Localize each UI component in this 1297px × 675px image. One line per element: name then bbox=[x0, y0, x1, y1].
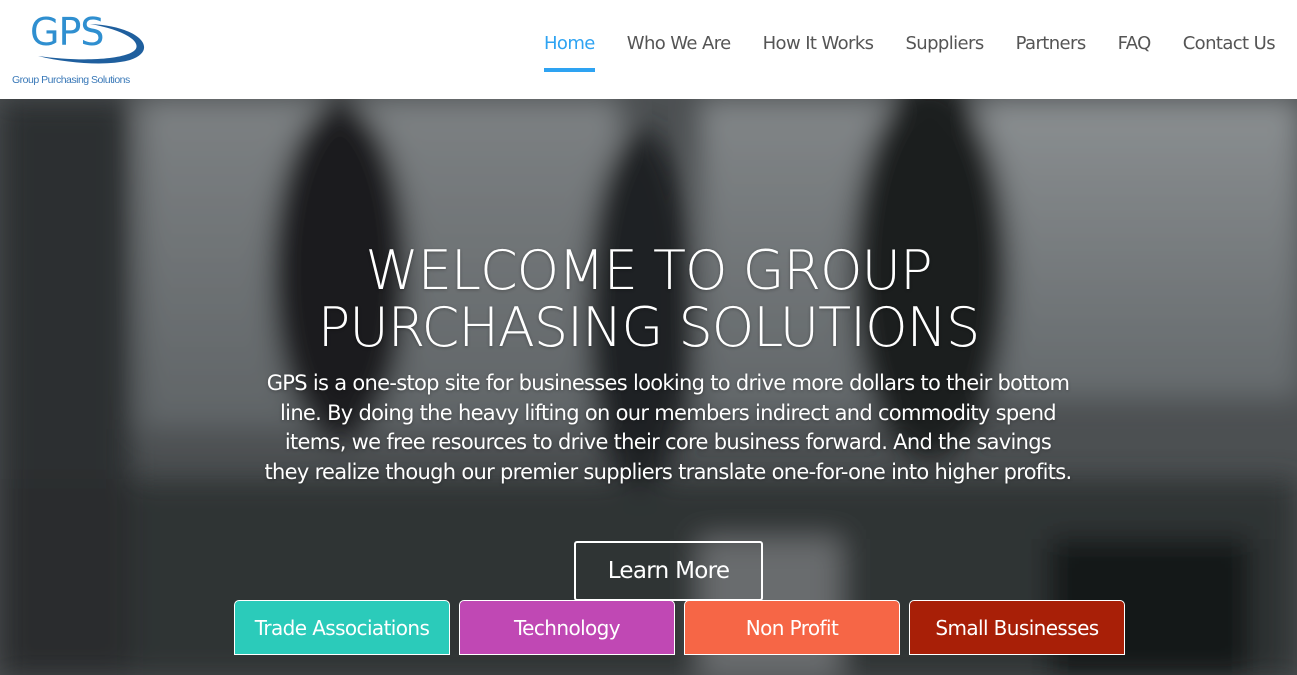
category-trade-associations[interactable]: Trade Associations bbox=[234, 600, 450, 655]
category-tabs: Trade Associations Technology Non Profit… bbox=[234, 600, 1134, 655]
gps-logo[interactable]: GPS Group Purchasing Solutions bbox=[10, 6, 155, 92]
category-small-businesses[interactable]: Small Businesses bbox=[909, 600, 1125, 655]
hero-title-line1: WELCOME TO GROUP bbox=[365, 239, 932, 302]
category-non-profit[interactable]: Non Profit bbox=[684, 600, 900, 655]
nav-item-who-we-are[interactable]: Who We Are bbox=[627, 33, 731, 73]
hero-title: WELCOME TO GROUP PURCHASING SOLUTIONS bbox=[0, 242, 1297, 356]
hero-title-line2: PURCHASING SOLUTIONS bbox=[317, 296, 981, 359]
hero-section: WELCOME TO GROUP PURCHASING SOLUTIONS GP… bbox=[0, 99, 1297, 675]
nav-item-partners[interactable]: Partners bbox=[1016, 33, 1087, 73]
learn-more-button[interactable]: Learn More bbox=[574, 541, 763, 601]
category-technology[interactable]: Technology bbox=[459, 600, 675, 655]
site-header: GPS Group Purchasing Solutions Home Who … bbox=[0, 0, 1297, 99]
hero-description: GPS is a one-stop site for businesses lo… bbox=[264, 371, 1073, 484]
nav-item-suppliers[interactable]: Suppliers bbox=[905, 33, 984, 73]
nav-item-faq[interactable]: FAQ bbox=[1118, 33, 1152, 73]
nav-item-contact-us[interactable]: Contact Us bbox=[1183, 33, 1276, 73]
logo-subtitle: Group Purchasing Solutions bbox=[12, 74, 130, 86]
main-nav: Home Who We Are How It Works Suppliers P… bbox=[512, 33, 1276, 73]
logo-title: GPS bbox=[30, 10, 104, 54]
nav-item-how-it-works[interactable]: How It Works bbox=[763, 33, 874, 73]
nav-item-home[interactable]: Home bbox=[543, 33, 595, 73]
